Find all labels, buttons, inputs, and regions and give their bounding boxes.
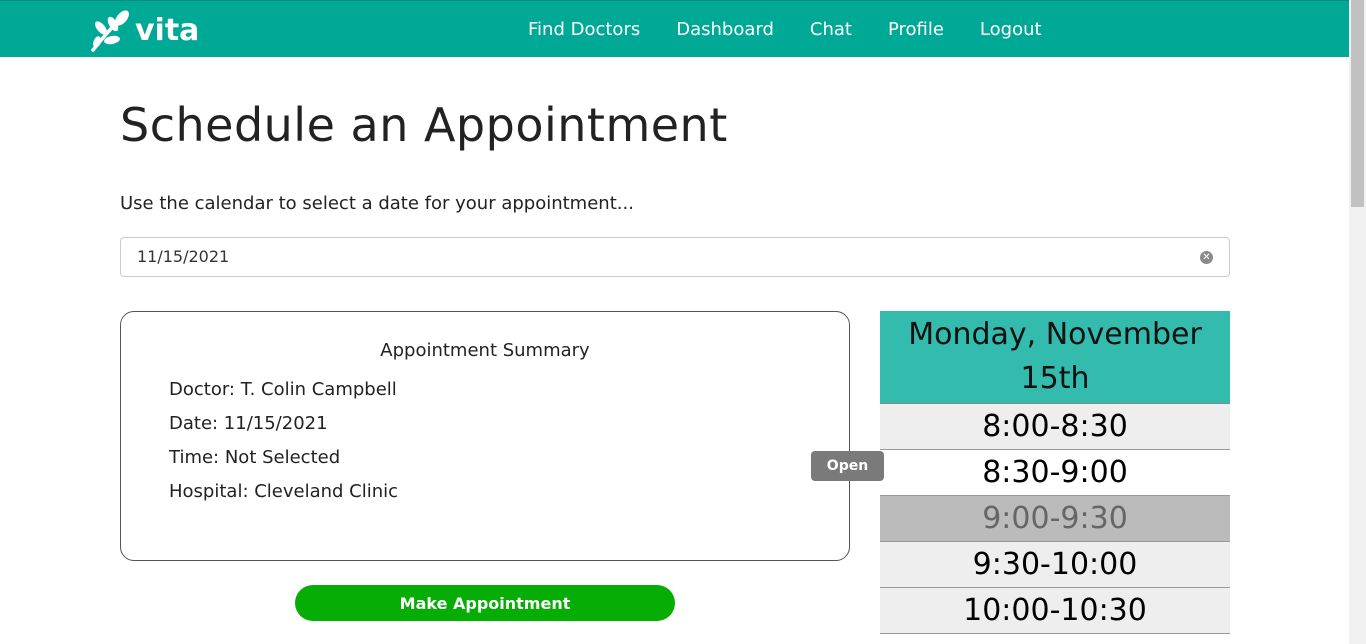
make-appointment-button[interactable]: Make Appointment	[295, 585, 675, 621]
summary-title: Appointment Summary	[380, 340, 590, 361]
leaf-branch-icon	[91, 10, 129, 52]
nav-logout[interactable]: Logout	[980, 19, 1042, 40]
nav-chat[interactable]: Chat	[810, 19, 852, 40]
summary-doctor: Doctor: T. Colin Campbell	[169, 379, 397, 400]
time-slot-schedule: Monday, November 15th 8:00-8:30 8:30-9:0…	[880, 311, 1230, 634]
nav-links: Find Doctors Dashboard Chat Profile Logo…	[510, 1, 1060, 58]
nav-dashboard[interactable]: Dashboard	[676, 19, 774, 40]
time-slot[interactable]: 10:00-10:30	[880, 588, 1230, 634]
time-slot[interactable]: 8:00-8:30	[880, 404, 1230, 450]
open-tooltip: Open	[811, 451, 884, 481]
date-input[interactable]	[137, 247, 437, 266]
date-picker-field[interactable]: ✕	[120, 237, 1230, 277]
summary-date: Date: 11/15/2021	[169, 413, 328, 434]
schedule-day-header: Monday, November 15th	[880, 311, 1230, 404]
brand-logo[interactable]: vita	[89, 8, 199, 54]
vertical-scrollbar[interactable]	[1349, 0, 1366, 644]
time-slot-unavailable: 9:00-9:30	[880, 496, 1230, 542]
appointment-summary-card: Appointment Summary Doctor: T. Colin Cam…	[120, 311, 850, 561]
clear-circle-icon[interactable]: ✕	[1200, 251, 1213, 264]
page-instructions: Use the calendar to select a date for yo…	[120, 193, 634, 214]
summary-time: Time: Not Selected	[169, 447, 341, 468]
page-title: Schedule an Appointment	[120, 98, 728, 152]
nav-profile[interactable]: Profile	[888, 19, 944, 40]
top-navbar: vita Find Doctors Dashboard Chat Profile…	[0, 0, 1349, 57]
brand-name: vita	[135, 13, 200, 48]
time-slot[interactable]: 8:30-9:00	[880, 450, 1230, 496]
nav-find-doctors[interactable]: Find Doctors	[528, 19, 640, 40]
scrollbar-thumb[interactable]	[1351, 0, 1364, 207]
time-slot[interactable]: 9:30-10:00	[880, 542, 1230, 588]
summary-hospital: Hospital: Cleveland Clinic	[169, 481, 399, 502]
